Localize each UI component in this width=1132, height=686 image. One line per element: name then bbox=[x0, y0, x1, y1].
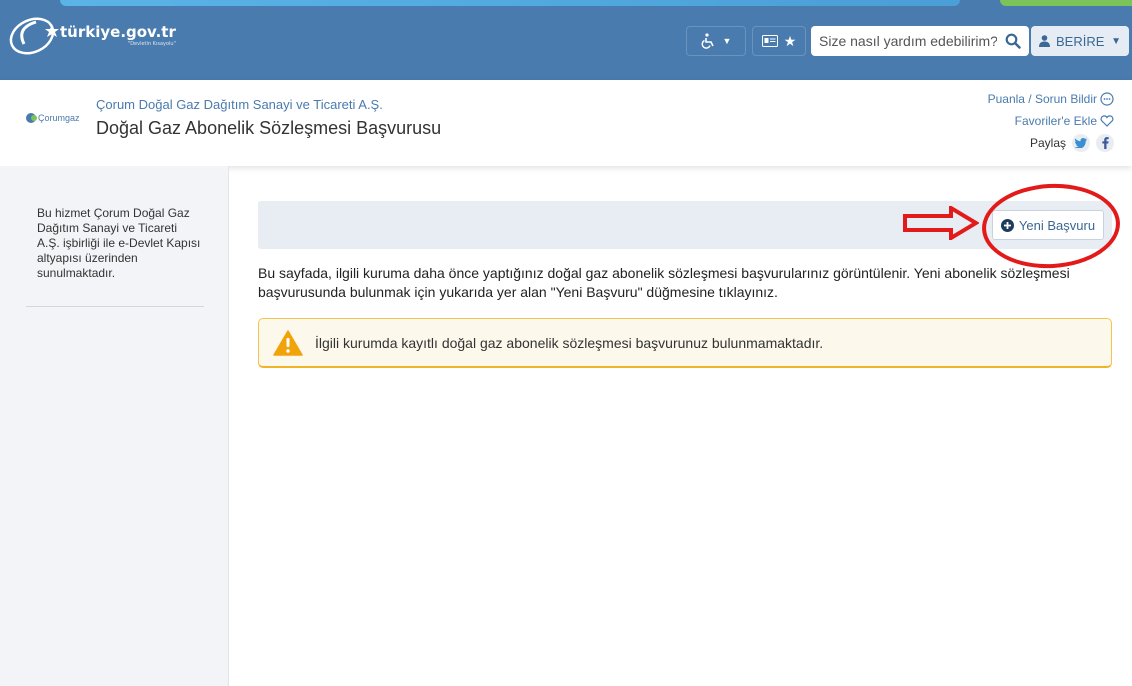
warning-triangle-icon bbox=[273, 329, 303, 356]
rate-report-label: Puanla / Sorun Bildir bbox=[987, 92, 1097, 106]
institution-logo[interactable]: Çorumgaz bbox=[26, 113, 80, 123]
info-text: Bu sayfada, ilgili kuruma daha önce yapt… bbox=[258, 265, 1070, 300]
user-menu-button[interactable]: BERİRE ▼ bbox=[1031, 26, 1129, 56]
user-icon bbox=[1039, 35, 1050, 47]
plus-circle-icon bbox=[1000, 218, 1014, 232]
add-favorite-label: Favoriler'e Ekle bbox=[1014, 114, 1097, 128]
header-accent-strip bbox=[60, 0, 960, 6]
institution-name[interactable]: Çorum Doğal Gaz Dağıtım Sanayi ve Ticare… bbox=[96, 97, 383, 112]
service-header: Çorumgaz Çorum Doğal Gaz Dağıtım Sanayi … bbox=[0, 80, 1132, 166]
logo-tagline: "Devletin Kısayolu" bbox=[127, 41, 176, 47]
chevron-down-icon: ▼ bbox=[722, 36, 732, 46]
top-header: türkiye.gov.tr "Devletin Kısayolu" ▼ ★ S… bbox=[0, 0, 1132, 80]
search-input[interactable] bbox=[819, 33, 997, 49]
page-title: Doğal Gaz Abonelik Sözleşmesi Başvurusu bbox=[96, 118, 442, 138]
star-icon: ★ bbox=[783, 32, 797, 49]
red-arrow-annotation-icon bbox=[903, 206, 979, 240]
accessibility-button[interactable]: ▼ bbox=[686, 26, 746, 56]
new-application-button[interactable]: Yeni Başvuru bbox=[992, 210, 1104, 240]
share-label: Paylaş bbox=[1029, 136, 1066, 150]
new-application-label: Yeni Başvuru bbox=[1018, 217, 1096, 233]
comment-icon bbox=[1100, 92, 1114, 106]
crescent-logo-icon bbox=[9, 17, 59, 55]
search-icon[interactable] bbox=[1005, 33, 1021, 49]
id-card-icon bbox=[761, 35, 778, 47]
share-row: Paylaş bbox=[988, 132, 1114, 154]
add-favorite-link[interactable]: Favoriler'e Ekle bbox=[988, 110, 1114, 132]
user-name: BERİRE bbox=[1056, 33, 1105, 49]
action-bar bbox=[258, 201, 1112, 249]
turkiye-gov-logo[interactable]: türkiye.gov.tr "Devletin Kısayolu" bbox=[6, 14, 176, 58]
sidebar-divider bbox=[26, 306, 204, 307]
institution-logo-label: Çorumgaz bbox=[38, 113, 80, 123]
sidebar: Bu hizmet Çorum Doğal Gaz Dağıtım Sanayi… bbox=[0, 166, 229, 686]
id-card-favorites-button[interactable]: ★ bbox=[752, 26, 806, 56]
twitter-icon[interactable] bbox=[1072, 134, 1090, 152]
logo-text: türkiye.gov.tr "Devletin Kısayolu" bbox=[60, 23, 176, 47]
search-field[interactable] bbox=[811, 26, 1029, 56]
wheelchair-icon bbox=[701, 33, 714, 49]
header-accent-strip-green bbox=[1000, 0, 1132, 6]
corumgaz-logo-icon bbox=[26, 113, 37, 123]
facebook-icon[interactable] bbox=[1096, 134, 1114, 152]
service-actions: Puanla / Sorun Bildir Favoriler'e Ekle P… bbox=[988, 88, 1114, 154]
rate-report-link[interactable]: Puanla / Sorun Bildir bbox=[988, 88, 1114, 110]
service-description: Bu hizmet Çorum Doğal Gaz Dağıtım Sanayi… bbox=[37, 206, 201, 280]
heart-icon bbox=[1100, 115, 1114, 127]
warning-message: İlgili kurumda kayıtlı doğal gaz aboneli… bbox=[315, 334, 824, 351]
chevron-down-icon: ▼ bbox=[1111, 35, 1121, 47]
warning-alert: İlgili kurumda kayıtlı doğal gaz aboneli… bbox=[258, 318, 1112, 368]
